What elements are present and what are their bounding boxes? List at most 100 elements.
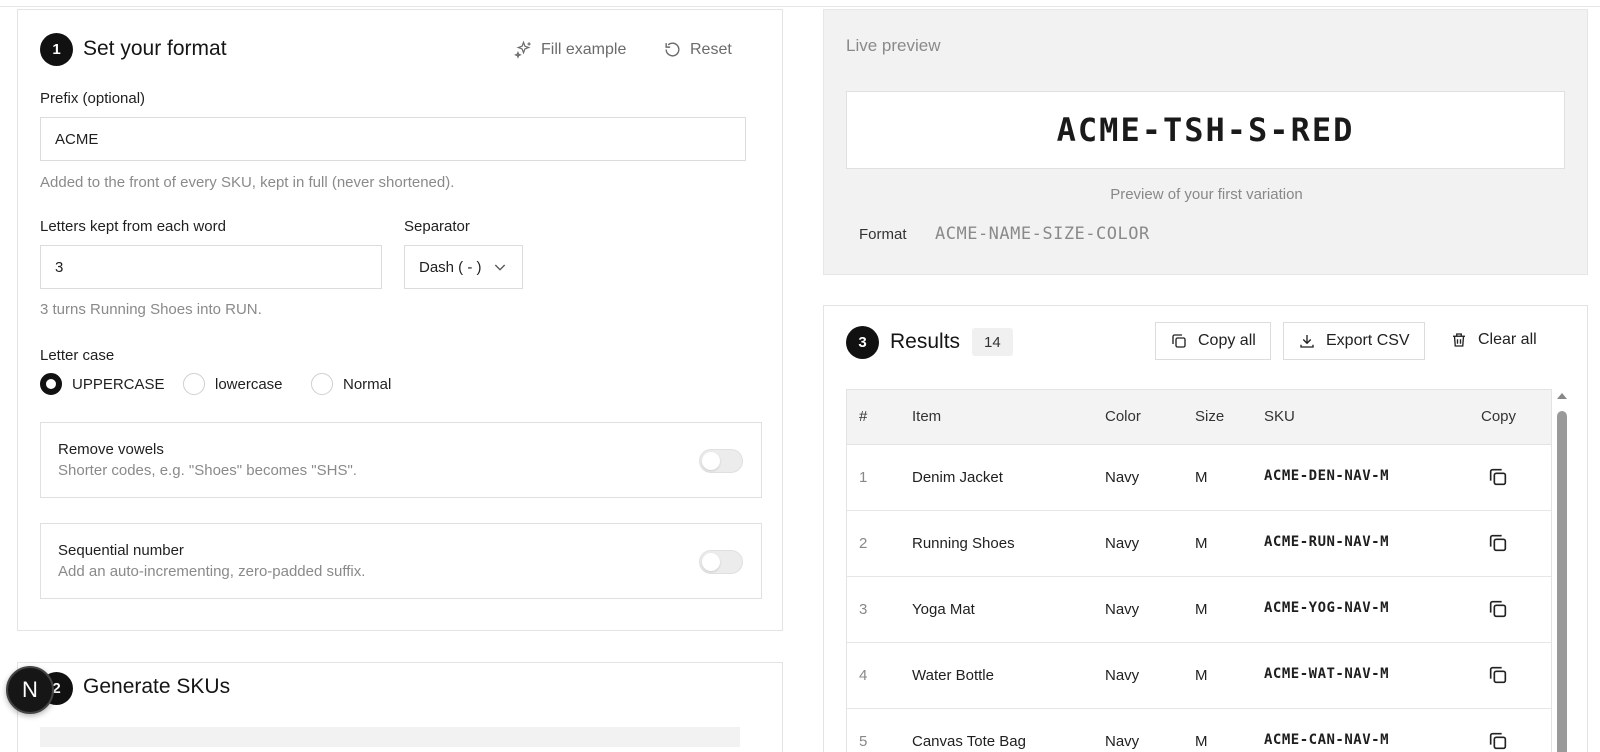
case-option-label: Normal <box>343 375 392 393</box>
row-color: Navy <box>1105 733 1140 750</box>
column-header-number: # <box>859 408 868 425</box>
column-header-size: Size <box>1195 408 1225 425</box>
row-item: Running Shoes <box>912 535 1015 552</box>
letters-hint: 3 turns Running Shoes into RUN. <box>40 301 262 318</box>
copy-all-button[interactable]: Copy all <box>1155 322 1271 360</box>
preview-title: Live preview <box>846 36 941 55</box>
remove-vowels-desc: Shorter codes, e.g. "Shoes" becomes "SHS… <box>58 462 357 479</box>
copy-icon[interactable] <box>1487 730 1509 752</box>
reset-icon <box>665 42 680 57</box>
separator-select[interactable]: Dash ( - ) <box>404 245 523 289</box>
prefix-hint: Added to the front of every SKU, kept in… <box>40 174 455 191</box>
format-section-title: Set your format <box>83 37 227 60</box>
export-csv-button[interactable]: Export CSV <box>1283 322 1425 360</box>
export-csv-label: Export CSV <box>1326 332 1410 349</box>
copy-icon[interactable] <box>1487 466 1509 488</box>
preview-sku: ACME-TSH-S-RED <box>846 91 1565 169</box>
column-header-copy: Copy <box>1481 408 1517 425</box>
clear-all-button[interactable]: Clear all <box>1450 331 1537 349</box>
row-sku: ACME-YOG-NAV-M <box>1264 600 1390 616</box>
case-label: Letter case <box>40 347 115 364</box>
download-icon <box>1300 335 1314 348</box>
sequential-title: Sequential number <box>58 542 184 559</box>
radio-uppercase[interactable] <box>40 373 62 395</box>
scroll-thumb[interactable] <box>1557 411 1567 752</box>
trash-icon <box>1453 333 1465 347</box>
case-option-label: lowercase <box>215 375 283 393</box>
column-header-color: Color <box>1105 408 1141 425</box>
scroll-up-arrow-icon[interactable] <box>1557 393 1567 399</box>
sequential-toggle[interactable] <box>699 550 743 574</box>
reset-button[interactable]: Reset <box>663 40 732 59</box>
generate-input-area <box>40 727 740 747</box>
format-label: Format <box>859 226 907 243</box>
table-scrollbar[interactable] <box>1555 389 1569 752</box>
table-row: 4 Water Bottle Navy M ACME-WAT-NAV-M <box>847 643 1551 709</box>
chevron-down-icon <box>494 264 506 271</box>
format-value: ACME-NAME-SIZE-COLOR <box>935 224 1150 244</box>
row-item: Denim Jacket <box>912 469 1003 486</box>
preview-panel: Live preview ACME-TSH-S-RED Preview of y… <box>823 9 1588 275</box>
letters-label: Letters kept from each word <box>40 218 226 235</box>
row-sku: ACME-RUN-NAV-M <box>1264 534 1390 550</box>
row-color: Navy <box>1105 667 1140 684</box>
top-divider <box>0 6 1600 7</box>
row-size: M <box>1195 535 1208 552</box>
table-row: 2 Running Shoes Navy M ACME-RUN-NAV-M <box>847 511 1551 577</box>
row-sku: ACME-WAT-NAV-M <box>1264 666 1390 682</box>
row-color: Navy <box>1105 601 1140 618</box>
table-row: 1 Denim Jacket Navy M ACME-DEN-NAV-M <box>847 445 1551 511</box>
prefix-label: Prefix (optional) <box>40 90 146 107</box>
table-row: 3 Yoga Mat Navy M ACME-YOG-NAV-M <box>847 577 1551 643</box>
column-header-item: Item <box>912 408 942 425</box>
floating-n-badge[interactable]: N <box>6 666 54 714</box>
row-item: Yoga Mat <box>912 601 975 618</box>
row-number: 1 <box>859 469 868 486</box>
radio-lowercase[interactable] <box>183 373 205 395</box>
fill-example-button[interactable]: Fill example <box>514 40 626 59</box>
table-header: # Item Color Size SKU Copy <box>847 390 1551 445</box>
remove-vowels-card: Remove vowels Shorter codes, e.g. "Shoes… <box>40 422 762 498</box>
fill-example-label: Fill example <box>541 40 627 58</box>
copy-icon[interactable] <box>1487 532 1509 554</box>
format-panel: 1 Set your format Fill example Reset Pre… <box>17 9 783 631</box>
row-size: M <box>1195 667 1208 684</box>
results-panel: 3 Results 14 Copy all Export CSV Clear a… <box>823 305 1588 752</box>
radio-normal[interactable] <box>311 373 333 395</box>
row-number: 5 <box>859 733 868 750</box>
row-number: 4 <box>859 667 868 684</box>
letters-input[interactable] <box>40 245 382 289</box>
results-table: # Item Color Size SKU Copy 1 Denim Jacke… <box>846 389 1552 752</box>
row-color: Navy <box>1105 469 1140 486</box>
row-number: 2 <box>859 535 868 552</box>
case-option-uppercase[interactable]: UPPERCASE <box>40 373 165 395</box>
case-option-lowercase[interactable]: lowercase <box>183 373 283 395</box>
copy-icon <box>1172 334 1186 348</box>
row-color: Navy <box>1105 535 1140 552</box>
case-option-normal[interactable]: Normal <box>311 373 391 395</box>
prefix-input[interactable] <box>40 117 746 161</box>
copy-icon[interactable] <box>1487 598 1509 620</box>
row-sku: ACME-DEN-NAV-M <box>1264 468 1390 484</box>
sequential-number-card: Sequential number Add an auto-incrementi… <box>40 523 762 599</box>
results-title: Results <box>890 330 961 353</box>
row-size: M <box>1195 601 1208 618</box>
separator-label: Separator <box>404 218 470 235</box>
row-size: M <box>1195 733 1208 750</box>
row-sku: ACME-CAN-NAV-M <box>1264 732 1390 748</box>
reset-label: Reset <box>690 40 732 58</box>
sparkle-icon <box>514 40 531 59</box>
case-option-label: UPPERCASE <box>72 375 165 393</box>
generate-section-title: Generate SKUs <box>83 675 231 698</box>
remove-vowels-toggle[interactable] <box>699 449 743 473</box>
remove-vowels-title: Remove vowels <box>58 441 164 458</box>
row-number: 3 <box>859 601 868 618</box>
step-badge-1: 1 <box>40 33 73 66</box>
sequential-desc: Add an auto-incrementing, zero-padded su… <box>58 563 366 580</box>
copy-icon[interactable] <box>1487 664 1509 686</box>
results-count-badge: 14 <box>972 328 1013 356</box>
generate-panel: 2 Generate SKUs <box>17 662 783 752</box>
step-badge-3: 3 <box>846 326 879 359</box>
row-item: Water Bottle <box>912 667 994 684</box>
separator-value: Dash ( - ) <box>419 258 482 276</box>
